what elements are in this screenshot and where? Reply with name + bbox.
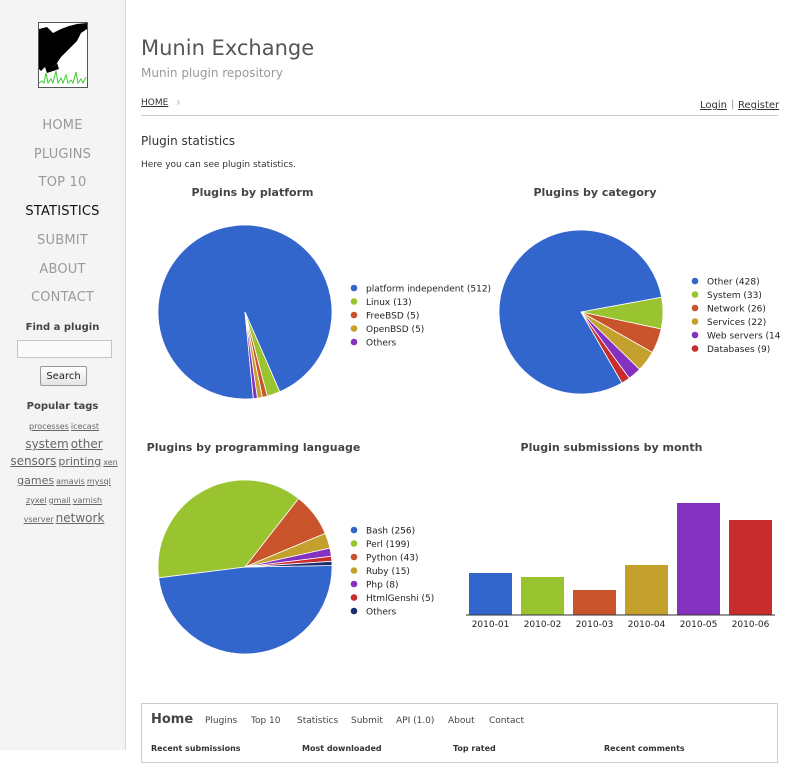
legend-label-language-3: Ruby (15): [366, 567, 410, 577]
footer: Home Plugins Top 10 Statistics Submit AP…: [141, 703, 778, 763]
legend-label-platform-3: OpenBSD (5): [366, 325, 424, 335]
legend-dot-platform-2: [350, 311, 358, 319]
legend-label-category-4: Web servers (14: [707, 332, 781, 342]
legend-label-language-5: HtmlGenshi (5): [366, 594, 434, 604]
bar-tick-label-2: 2010-03: [576, 620, 614, 630]
charts-canvas: platform independent (512) Linux (13) Free…: [157, 224, 781, 655]
bar-tick-label-4: 2010-05: [680, 620, 718, 630]
bar-0: [469, 573, 512, 615]
bar-tick-label-3: 2010-04: [628, 620, 666, 630]
footer-link-about[interactable]: About: [448, 716, 475, 726]
footer-col-most-downloaded: Most downloaded: [302, 744, 382, 753]
bar-4: [677, 503, 720, 615]
legend-label-category-1: System (33): [707, 291, 762, 301]
pie-slice-language-0: [158, 565, 333, 655]
legend-dot-category-1: [691, 291, 699, 298]
legend-dot-language-1: [350, 540, 358, 547]
footer-col-recent-comments: Recent comments: [604, 744, 685, 753]
bar-tick-label-1: 2010-02: [524, 620, 562, 630]
footer-col-top-rated: Top rated: [453, 744, 496, 753]
bar-2: [573, 590, 616, 615]
legend-label-language-4: Php (8): [366, 581, 398, 591]
legend-dot-category-5: [691, 345, 699, 352]
legend-label-platform-4: Others: [366, 339, 397, 349]
bar-tick-label-0: 2010-01: [472, 620, 510, 630]
legend-dot-platform-4: [350, 338, 358, 346]
bar-3: [625, 565, 668, 615]
legend-dot-category-2: [691, 304, 699, 312]
legend-dot-category-3: [691, 318, 699, 325]
legend-dot-language-4: [350, 580, 358, 588]
legend-dot-language-3: [350, 567, 358, 574]
footer-home-link[interactable]: Home: [151, 712, 193, 727]
legend-dot-language-6: [350, 607, 358, 615]
legend-label-category-2: Network (26): [707, 305, 766, 315]
legend-label-category-5: Databases (9): [707, 345, 770, 355]
legend-dot-platform-3: [350, 325, 358, 332]
legend-label-platform-2: FreeBSD (5): [366, 312, 419, 322]
legend-dot-language-2: [350, 553, 358, 561]
legend-dot-category-4: [691, 331, 699, 339]
legend-dot-language-0: [350, 526, 358, 534]
legend-dot-category-0: [691, 277, 699, 285]
bar-tick-label-5: 2010-06: [732, 620, 770, 630]
legend-dot-platform-1: [350, 298, 358, 305]
bar-5: [729, 520, 772, 615]
legend-label-language-2: Python (43): [366, 554, 419, 564]
footer-link-top-10[interactable]: Top 10: [251, 716, 281, 726]
footer-link-submit[interactable]: Submit: [351, 716, 383, 726]
footer-col-recent-submissions: Recent submissions: [151, 744, 241, 753]
legend-label-language-6: Others: [366, 608, 397, 618]
bar-1: [521, 577, 564, 615]
footer-link-statistics[interactable]: Statistics: [297, 716, 338, 726]
legend-dot-platform-0: [350, 284, 358, 292]
footer-link-plugins[interactable]: Plugins: [205, 716, 237, 726]
legend-label-category-0: Other (428): [707, 278, 760, 288]
legend-label-language-1: Perl (199): [366, 540, 410, 550]
legend-label-language-0: Bash (256): [366, 527, 415, 537]
legend-label-category-3: Services (22): [707, 318, 766, 328]
footer-link-api[interactable]: API (1.0): [396, 716, 434, 726]
footer-link-contact[interactable]: Contact: [489, 716, 524, 726]
legend-label-platform-1: Linux (13): [366, 298, 412, 308]
legend-dot-language-5: [350, 594, 358, 601]
legend-label-platform-0: platform independent (512): [366, 285, 491, 295]
